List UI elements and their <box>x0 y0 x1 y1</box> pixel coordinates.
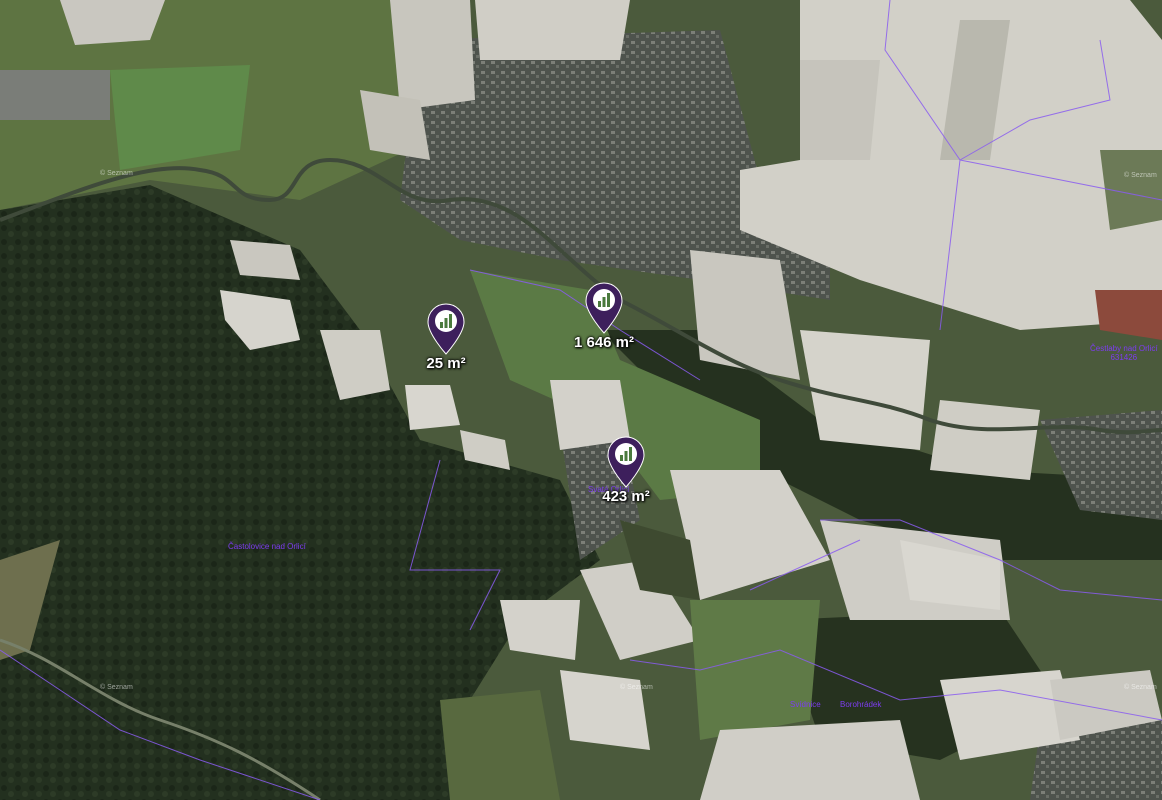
satellite-imagery <box>0 0 1162 800</box>
place-label: Častolovice nad Orlicí <box>228 542 306 551</box>
place-label: Svídnice <box>790 700 821 709</box>
place-label: Čestlaby nad Orlicí 631426 <box>1090 344 1158 362</box>
place-label: Borohrádek <box>840 700 881 709</box>
place-label-line1: Častolovice nad Orlicí <box>228 542 306 551</box>
place-label-line1: Borohrádek <box>840 700 882 709</box>
satellite-map[interactable]: Častolovice nad Orlicí Svatá Orlicí Čest… <box>0 0 1162 800</box>
map-pin-icon <box>585 282 623 334</box>
copyright-label: © Seznam <box>1124 684 1157 691</box>
map-pin-icon <box>427 303 465 355</box>
property-marker[interactable]: 423 m² <box>596 436 656 526</box>
marker-area-label: 423 m² <box>602 488 650 505</box>
place-label-line2: 631426 <box>1110 353 1138 362</box>
marker-area-label: 1 646 m² <box>573 334 635 351</box>
property-marker[interactable]: 25 m² <box>416 303 476 393</box>
copyright-label: © Seznam <box>100 684 133 691</box>
copyright-label: © Seznam <box>620 684 653 691</box>
marker-area-label: 25 m² <box>426 355 466 372</box>
copyright-label: © Seznam <box>100 170 133 177</box>
property-marker[interactable]: 1 646 m² <box>574 282 634 372</box>
place-label-line1: Svídnice <box>790 700 821 709</box>
map-pin-icon <box>607 436 645 488</box>
place-label-line1: Čestlaby nad Orlicí <box>1090 344 1158 353</box>
copyright-label: © Seznam <box>1124 172 1157 179</box>
